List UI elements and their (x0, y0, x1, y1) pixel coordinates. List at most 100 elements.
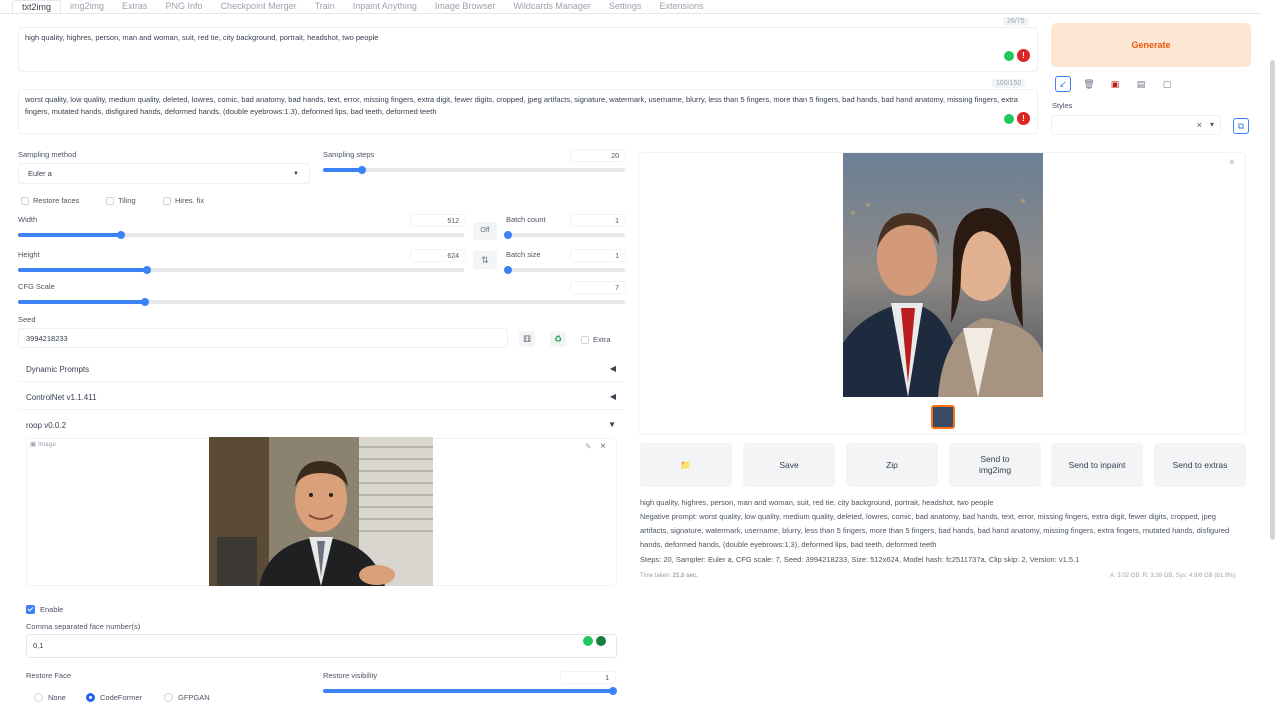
styles-dropdown[interactable]: × ▾ (1051, 115, 1221, 135)
extra-seed-checkbox[interactable] (581, 336, 589, 344)
open-folder-button[interactable]: 📁 (640, 443, 732, 487)
prompt-token-counter: 26/75 (1003, 17, 1029, 26)
height-slider[interactable] (18, 266, 464, 274)
seed-value: 3994218233 (26, 334, 68, 343)
tab-divider (0, 13, 1262, 14)
grammar-check-icon[interactable] (596, 636, 606, 646)
expand-arrow-icon: ▼ (608, 420, 616, 429)
sampling-method-label: Sampling method (18, 150, 77, 159)
tab-checkpoint-merger[interactable]: Checkpoint Merger (212, 0, 306, 14)
cfg-scale-thumb[interactable] (141, 298, 150, 306)
tab-extras[interactable]: Extras (113, 0, 157, 14)
restore-visibility-input[interactable]: 1 (560, 671, 616, 684)
tab-settings[interactable]: Settings (600, 0, 651, 14)
prompt-lightbulb-icon[interactable] (1004, 51, 1014, 61)
width-input[interactable]: 512 (410, 214, 466, 227)
tab-train[interactable]: Train (306, 0, 344, 14)
tiling-checkbox[interactable] (106, 197, 114, 205)
styles-clear-icon[interactable]: × (1197, 120, 1202, 130)
sampling-method-value: Euler a (28, 169, 52, 178)
batch-count-input[interactable]: 1 (570, 214, 626, 227)
styles-label: Styles (1052, 101, 1073, 110)
hires-fix-label: Hires. fix (175, 196, 205, 205)
prompt-input[interactable]: high quality, highres, person, man and w… (18, 27, 1038, 72)
tab-extensions[interactable]: Extensions (650, 0, 712, 14)
seed-input[interactable]: 3994218233 (18, 328, 508, 348)
page-scrollbar[interactable] (1270, 60, 1275, 540)
tab-inpaint-anything[interactable]: Inpaint Anything (344, 0, 426, 14)
send-to-extras-button[interactable]: Send to extras (1154, 443, 1246, 487)
prompt-alert-icon[interactable]: ! (1017, 49, 1030, 62)
send-to-inpaint-button[interactable]: Send to inpaint (1051, 443, 1143, 487)
tab-txt2img[interactable]: txt2img (12, 0, 62, 14)
batch-count-thumb[interactable] (504, 231, 512, 239)
time-taken: Time taken: 21.0 sec. (640, 573, 698, 579)
height-input[interactable]: 624 (410, 249, 466, 262)
negative-lightbulb-icon[interactable] (1004, 114, 1014, 124)
roop-enable-label: Enable (40, 605, 64, 614)
batch-count-slider[interactable] (504, 231, 625, 239)
roop-accordion[interactable]: roop v0.0.2 ▼ (18, 414, 624, 438)
batch-size-label: Batch size (506, 250, 541, 259)
hires-fix-checkbox[interactable] (163, 197, 171, 205)
face-numbers-input[interactable]: 0,1 (26, 634, 617, 658)
restore-codeformer-label: CodeFormer (100, 693, 143, 702)
generation-info-negative: Negative prompt: worst quality, low qual… (640, 512, 1230, 549)
restore-codeformer-radio[interactable] (86, 693, 95, 702)
tab-png-info[interactable]: PNG Info (157, 0, 212, 14)
height-thumb[interactable] (143, 266, 152, 274)
generate-button[interactable]: Generate (1051, 23, 1251, 67)
extra-seed-label: Extra (593, 335, 611, 344)
sampling-steps-slider[interactable] (323, 166, 625, 174)
roop-source-photo (209, 437, 433, 586)
sampling-steps-input[interactable]: 20 (570, 149, 626, 162)
roop-enable-checkbox[interactable] (26, 605, 35, 614)
dynamic-prompts-title: Dynamic Prompts (26, 365, 90, 374)
batch-size-slider[interactable] (504, 266, 625, 274)
sampling-steps-thumb[interactable] (358, 166, 367, 174)
restore-faces-checkbox[interactable] (21, 197, 29, 205)
swap-dimensions-icon[interactable]: ⇅ (473, 251, 497, 269)
reuse-seed-icon[interactable]: ♻ (550, 331, 566, 347)
random-seed-icon[interactable]: ⚅ (519, 331, 535, 347)
cfg-scale-slider[interactable] (18, 298, 625, 306)
sampling-method-select[interactable]: Euler a ▼ (18, 163, 310, 184)
batch-size-thumb[interactable] (504, 266, 512, 274)
negative-alert-icon[interactable]: ! (1017, 112, 1030, 125)
controlnet-accordion[interactable]: ControlNet v1.1.411 ◀ (18, 386, 624, 410)
tab-wildcards-manager[interactable]: Wildcards Manager (504, 0, 600, 14)
height-fill (18, 268, 148, 272)
trash-icon[interactable]: 🗑 (1081, 76, 1097, 92)
aspect-ratio-off-button[interactable]: Off (473, 222, 497, 240)
roop-image-label: ▣ Image (30, 440, 56, 448)
send-to-img2img-button[interactable]: Send to img2img (949, 443, 1041, 487)
folder-icon: 📁 (680, 459, 692, 470)
restore-visibility-slider[interactable] (323, 687, 617, 695)
tab-image-browser[interactable]: Image Browser (426, 0, 505, 14)
close-icon[interactable]: × (600, 441, 606, 452)
restore-gfpgan-radio[interactable] (164, 693, 173, 702)
zip-button[interactable]: Zip (846, 443, 938, 487)
clipboard-icon[interactable]: ▤ (1133, 76, 1149, 92)
width-label: Width (18, 215, 38, 224)
close-icon[interactable]: × (1229, 157, 1235, 168)
save-button[interactable]: Save (743, 443, 835, 487)
batch-size-input[interactable]: 1 (570, 249, 626, 262)
cfg-scale-input[interactable]: 7 (570, 281, 626, 294)
generated-image[interactable] (843, 153, 1043, 397)
restore-visibility-thumb[interactable] (609, 687, 617, 695)
lightbulb-icon[interactable] (583, 636, 593, 646)
output-thumbnail[interactable] (931, 405, 955, 429)
negative-prompt-input[interactable]: worst quality, low quality, medium quali… (18, 89, 1038, 134)
dynamic-prompts-accordion[interactable]: Dynamic Prompts ◀ (18, 358, 624, 382)
apply-styles-icon[interactable]: ⧉ (1233, 118, 1249, 134)
restore-none-radio[interactable] (34, 693, 43, 702)
paste-params-icon[interactable]: ↙ (1055, 76, 1071, 92)
extra-networks-icon[interactable]: ▣ (1107, 76, 1123, 92)
edit-icon[interactable]: ✎ (585, 442, 592, 451)
tab-img2img[interactable]: img2img (61, 0, 113, 14)
width-thumb[interactable] (116, 231, 125, 239)
vram-usage: A: 3.02 GB, R: 3.38 GB, Sys: 4.9/8 GB (6… (1110, 573, 1236, 579)
save-style-icon[interactable]: ▢ (1159, 76, 1175, 92)
width-slider[interactable] (18, 231, 464, 239)
